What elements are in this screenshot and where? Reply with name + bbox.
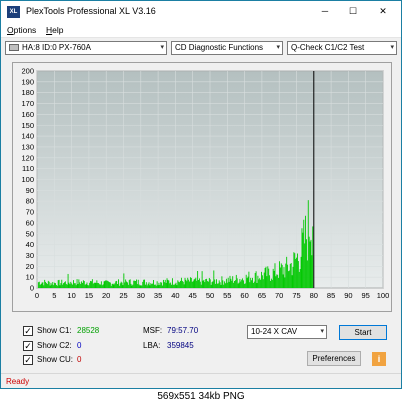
x-tick-label: 55 <box>223 291 231 300</box>
function-select[interactable]: CD Diagnostic Functions ▾ <box>171 41 283 55</box>
menu-options[interactable]: Options <box>7 25 36 35</box>
menu-help[interactable]: Help <box>46 25 63 35</box>
y-tick-label: 120 <box>21 153 34 162</box>
x-tick-label: 10 <box>67 291 75 300</box>
toolbar: HA:8 ID:0 PX-760A ▾ CD Diagnostic Functi… <box>1 38 401 59</box>
chevron-down-icon: ▾ <box>320 328 324 335</box>
x-tick-label: 30 <box>137 291 145 300</box>
y-tick-label: 90 <box>26 186 34 195</box>
y-tick-label: 150 <box>21 121 34 130</box>
title-bar[interactable]: XL PlexTools Professional XL V3.16 ─ ☐ ✕ <box>1 1 401 23</box>
drive-icon <box>9 44 19 52</box>
chevron-down-icon: ▾ <box>276 44 280 51</box>
chart-panel: 0 10 20 30 40 50 60 70 80 90 100 110 120 130 140 150 160… <box>12 62 392 312</box>
test-select[interactable]: Q-Check C1/C2 Test ▾ <box>287 41 397 55</box>
y-tick-label: 110 <box>22 164 34 173</box>
menu-bar: Options Help <box>1 23 401 38</box>
y-tick-label: 70 <box>26 208 34 217</box>
y-tick-label: 10 <box>26 273 34 282</box>
x-tick-label: 60 <box>240 291 248 300</box>
maximize-icon[interactable]: ☐ <box>345 4 361 18</box>
x-tick-label: 5 <box>52 291 56 300</box>
x-tick-label: 70 <box>275 291 283 300</box>
app-icon: XL <box>7 6 20 18</box>
msf-label: MSF: <box>143 326 163 335</box>
info-button[interactable]: i <box>372 352 386 366</box>
chevron-down-icon: ▾ <box>160 44 164 51</box>
y-tick-label: 0 <box>30 284 34 293</box>
show-c2-label: Show C2: <box>37 341 72 350</box>
window-title: PlexTools Professional XL V3.16 <box>26 6 156 16</box>
x-tick-label: 45 <box>189 291 197 300</box>
y-tick-label: 190 <box>21 77 34 86</box>
test-select-value: Q-Check C1/C2 Test <box>291 43 365 52</box>
y-tick-label: 40 <box>26 240 34 249</box>
y-tick-label: 60 <box>26 218 34 227</box>
x-tick-label: 0 <box>35 291 39 300</box>
c1-c2-chart: 0102030405060708090100110120130140150160… <box>21 67 390 301</box>
x-tick-label: 35 <box>154 291 162 300</box>
x-tick-label: 75 <box>292 291 300 300</box>
show-c2-checkbox[interactable]: ✓ <box>23 341 33 351</box>
lba-label: LBA: <box>143 341 161 350</box>
x-tick-label: 50 <box>206 291 214 300</box>
x-tick-label: 90 <box>344 291 352 300</box>
menu-help-label: elp <box>52 25 64 35</box>
msf-value: 79:57.70 <box>167 326 199 335</box>
lba-value: 359845 <box>167 341 194 350</box>
y-tick-label: 200 <box>21 67 34 76</box>
app-window: XL PlexTools Professional XL V3.16 ─ ☐ ✕… <box>0 0 402 389</box>
y-tick-label: 30 <box>26 251 34 260</box>
x-tick-label: 65 <box>258 291 266 300</box>
y-tick-label: 160 <box>21 110 34 119</box>
close-icon[interactable]: ✕ <box>375 4 391 18</box>
x-tick-label: 20 <box>102 291 110 300</box>
y-tick-label: 140 <box>21 132 34 141</box>
status-bar: Ready <box>1 373 401 388</box>
y-tick-label: 130 <box>21 142 34 151</box>
start-button[interactable]: Start <box>339 325 387 340</box>
y-tick-label: 100 <box>21 175 34 184</box>
speed-select[interactable]: 10-24 X CAV ▾ <box>247 325 327 339</box>
y-tick-label: 80 <box>26 197 34 206</box>
show-c1-checkbox[interactable]: ✓ <box>23 326 33 336</box>
minimize-icon[interactable]: ─ <box>317 4 333 18</box>
cu-count: 0 <box>77 355 82 364</box>
preferences-button[interactable]: Preferences <box>307 351 361 366</box>
c1-count: 28528 <box>77 326 100 335</box>
y-tick-label: 170 <box>21 99 34 108</box>
x-tick-label: 100 <box>377 291 390 300</box>
x-tick-label: 85 <box>327 291 335 300</box>
x-tick-label: 15 <box>85 291 93 300</box>
show-c1-label: Show C1: <box>37 326 72 335</box>
chevron-down-icon: ▾ <box>390 44 394 51</box>
y-tick-label: 50 <box>26 229 34 238</box>
speed-select-value: 10-24 X CAV <box>251 327 298 336</box>
show-cu-checkbox[interactable]: ✓ <box>23 355 33 365</box>
function-select-value: CD Diagnostic Functions <box>175 43 264 52</box>
y-tick-label: 20 <box>26 262 34 271</box>
x-tick-label: 80 <box>310 291 318 300</box>
c2-count: 0 <box>77 341 82 350</box>
x-tick-label: 40 <box>171 291 179 300</box>
show-cu-label: Show CU: <box>37 355 74 364</box>
x-tick-label: 25 <box>119 291 127 300</box>
menu-options-mnemonic: O <box>7 25 14 35</box>
y-tick-label: 180 <box>21 88 34 97</box>
image-caption: 569x551 34kb PNG <box>0 389 402 404</box>
drive-select-value: HA:8 ID:0 PX-760A <box>22 43 91 52</box>
x-tick-label: 95 <box>362 291 370 300</box>
status-text: Ready <box>6 377 30 386</box>
menu-options-label: ptions <box>13 25 37 35</box>
drive-select[interactable]: HA:8 ID:0 PX-760A ▾ <box>5 41 167 55</box>
